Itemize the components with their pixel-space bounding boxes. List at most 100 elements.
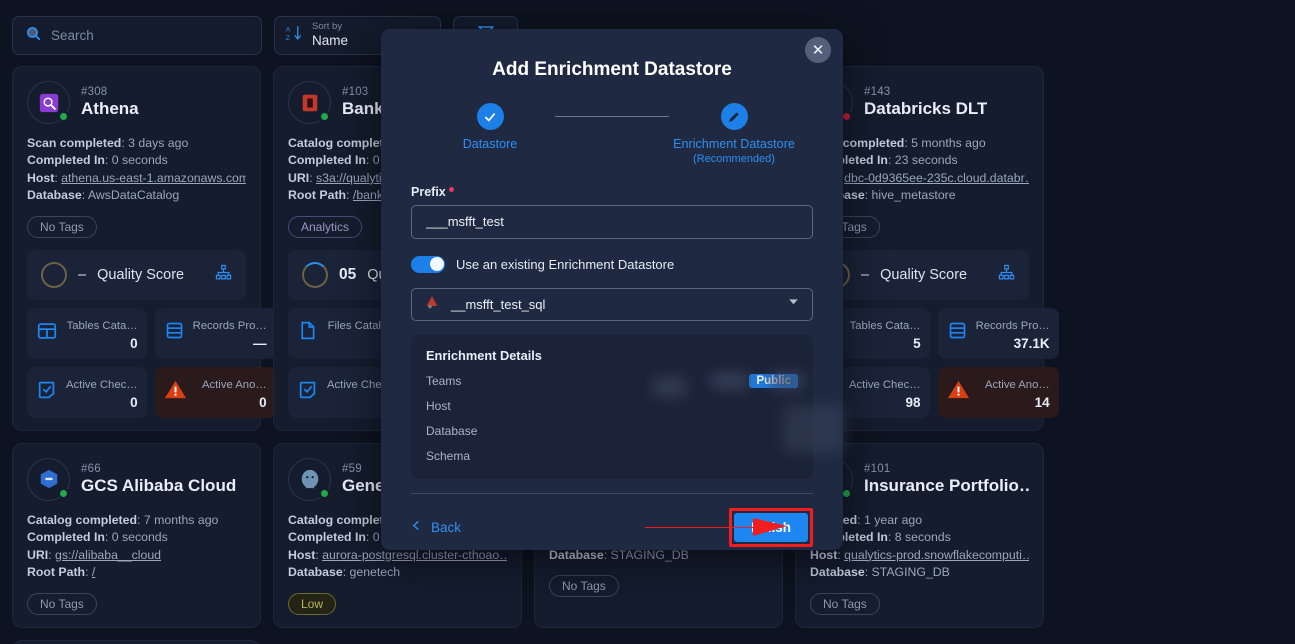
enrichment-datastore-value: __msfft_test_sql — [451, 296, 546, 312]
use-existing-toggle-row[interactable]: Use an existing Enrichment Datastore — [411, 255, 813, 273]
datastore-card[interactable]: #66 GCS Alibaba Cloud Catalog completed:… — [12, 442, 261, 628]
back-button[interactable]: Back — [411, 518, 461, 536]
stat-tile[interactable]: Records Pro… — — [154, 307, 276, 359]
card-meta-row: Completed In: 0 seconds — [27, 152, 246, 169]
svg-text:Z: Z — [286, 35, 290, 42]
enrichment-details-title: Enrichment Details — [426, 347, 542, 363]
card-meta-value[interactable]: gs://alibaba__cloud — [55, 548, 161, 562]
datastore-card[interactable]: #308 Athena Scan completed: 3 days ago Co… — [12, 66, 276, 431]
card-meta-value[interactable]: athena.us-east-1.amazonaws.com — [61, 171, 246, 185]
card-title: Insurance Portfolio… — [864, 475, 1029, 495]
card-meta-key: Catalog complete — [288, 512, 391, 527]
stat-name: Records Pro… — [192, 319, 267, 332]
datastore-card[interactable]: #119 MIMIC III Profile completed: 8 mont… — [12, 639, 261, 644]
enrichment-detail-name: Teams — [426, 373, 462, 388]
card-id: #101 — [864, 462, 891, 475]
card-meta-sep: : — [48, 547, 56, 562]
card-meta-key: Catalog complete — [288, 136, 391, 150]
step-enrichment-sublabel: (Recommended) — [693, 152, 775, 165]
pencil-icon — [720, 103, 748, 130]
card-meta-value: 7 months ago — [143, 512, 219, 527]
check-square-icon — [297, 379, 319, 406]
stat-value: 5 — [913, 335, 921, 351]
enrichment-detail-name: Database — [426, 423, 478, 438]
quality-score-bar[interactable]: – Quality Score — [27, 249, 246, 300]
card-meta-value: genetech — [349, 565, 401, 580]
card-stats: Tables Cata… 0 Records Pro… — Active Che… — [27, 307, 276, 418]
enrichment-detail-row: Database — [426, 424, 798, 438]
toggle-knob — [429, 257, 444, 272]
card-id: #308 — [81, 85, 108, 98]
card-meta-sep: : — [309, 170, 317, 185]
enrichment-datastore-select[interactable]: __msfft_test_sql — [411, 287, 813, 321]
card-meta-key: Root Path — [288, 188, 347, 203]
card-tag[interactable]: Analytics — [288, 215, 363, 238]
card-meta-row: Catalog completed: 7 months ago — [27, 512, 246, 529]
card-meta-sep: : — [85, 565, 92, 580]
step-enrichment-datastore[interactable]: Enrichment Datastore (Recommended) — [669, 103, 799, 165]
card-tag[interactable]: No Tags — [27, 592, 97, 615]
close-icon[interactable]: ✕ — [805, 37, 831, 63]
hierarchy-icon[interactable] — [998, 264, 1015, 286]
card-meta-key: Database — [288, 565, 343, 580]
card-meta-value: 0 seconds — [111, 153, 168, 168]
check-icon — [476, 103, 504, 130]
avatar — [288, 457, 331, 501]
prefix-label: Prefix — [411, 185, 813, 199]
stat-value: 0 — [130, 335, 138, 351]
stat-tile[interactable]: Active Chec… 0 — [27, 366, 147, 418]
card-meta-sep: : — [104, 530, 112, 545]
card-meta-sep: : — [346, 188, 353, 203]
card-title: Athena — [81, 98, 139, 118]
card-meta-sep: : — [342, 565, 350, 580]
card-tag[interactable]: No Tags — [810, 592, 880, 615]
card-meta-value[interactable]: s3a://qualytic — [316, 171, 388, 185]
card-tag[interactable]: Low — [288, 592, 337, 615]
card-meta-sep: : — [365, 530, 373, 545]
status-badge — [58, 487, 69, 499]
card-header: #308 Athena — [27, 81, 246, 124]
annotation-arrow-icon — [645, 518, 787, 536]
stat-value: 0 — [259, 394, 267, 410]
card-meta-key: URI — [288, 170, 310, 185]
card-meta-value: AwsDataCatalog — [87, 188, 180, 203]
hierarchy-icon[interactable] — [215, 264, 232, 286]
card-meta-value: hive_metastore — [871, 188, 956, 203]
card-meta-value: 5 months ago — [911, 136, 986, 150]
search-icon — [25, 25, 42, 47]
card-meta-row: Host: qualytics-prod.snowflakecomputi… — [810, 547, 1029, 564]
quality-score-value: – — [78, 266, 87, 283]
card-meta-value[interactable]: dbc-0d9365ee-235c.cloud.databr… — [844, 171, 1029, 185]
card-meta-key: Host — [288, 547, 316, 562]
enrichment-details-panel: Enrichment Details TeamsPublicHostDataba… — [411, 334, 845, 479]
card-meta-value: STAGING_DB — [871, 565, 950, 580]
status-badge — [319, 111, 330, 122]
sort-az-icon: A Z — [285, 24, 303, 47]
quality-score-ring — [41, 261, 67, 288]
card-meta-row: Database: AwsDataCatalog — [27, 187, 246, 204]
use-existing-toggle[interactable] — [411, 255, 445, 273]
stat-name: Active Chec… — [849, 378, 921, 391]
search-input[interactable]: Search — [12, 16, 262, 55]
card-tag[interactable]: No Tags — [549, 575, 619, 598]
card-meta-key: Scan completed — [27, 136, 122, 150]
app-root: Search A Z Sort by Name #308 Athena Scan… — [0, 0, 1295, 644]
card-meta-sep: : — [365, 153, 373, 168]
prefix-input[interactable] — [411, 204, 813, 239]
required-indicator — [448, 187, 454, 193]
card-tag[interactable]: No Tags — [27, 215, 97, 238]
card-meta-key: Root Path — [27, 565, 86, 580]
step-datastore[interactable]: Datastore — [425, 103, 555, 153]
add-enrichment-datastore-modal: ✕ Add Enrichment Datastore Datastore Enr… — [381, 29, 845, 550]
card-meta-value[interactable]: qualytics-prod.snowflakecomputi… — [844, 548, 1029, 562]
stat-name: Active Chec… — [66, 378, 138, 391]
stat-tile[interactable]: Active Ano… 0 — [154, 366, 276, 418]
stat-tile[interactable]: Tables Cata… 0 — [27, 307, 147, 359]
table-icon — [36, 320, 58, 347]
stat-tile[interactable]: Active Ano… 14 — [937, 366, 1059, 418]
stat-name: Tables Cata… — [66, 319, 138, 332]
status-badge — [319, 487, 330, 499]
card-meta-value[interactable]: / — [92, 565, 95, 579]
stat-tile[interactable]: Records Pro… 37.1K — [937, 307, 1059, 359]
card-meta-key: Completed In — [288, 530, 366, 545]
